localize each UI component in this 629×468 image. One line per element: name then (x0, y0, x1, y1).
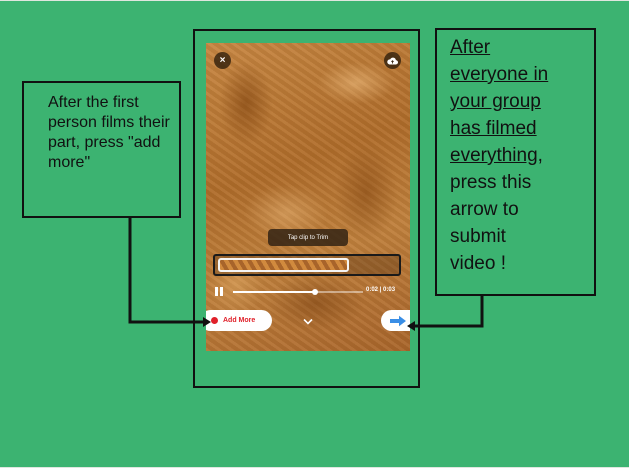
arrow-head-submit (407, 321, 415, 331)
arrow-to-add-more (128, 218, 205, 324)
pointer-arrows (128, 218, 484, 331)
arrow-head-add-more (203, 317, 211, 327)
arrow-to-submit (413, 296, 484, 328)
instruction-canvas: × Tap clip to Trim 0:02 | 0:03 Add More (0, 0, 629, 468)
